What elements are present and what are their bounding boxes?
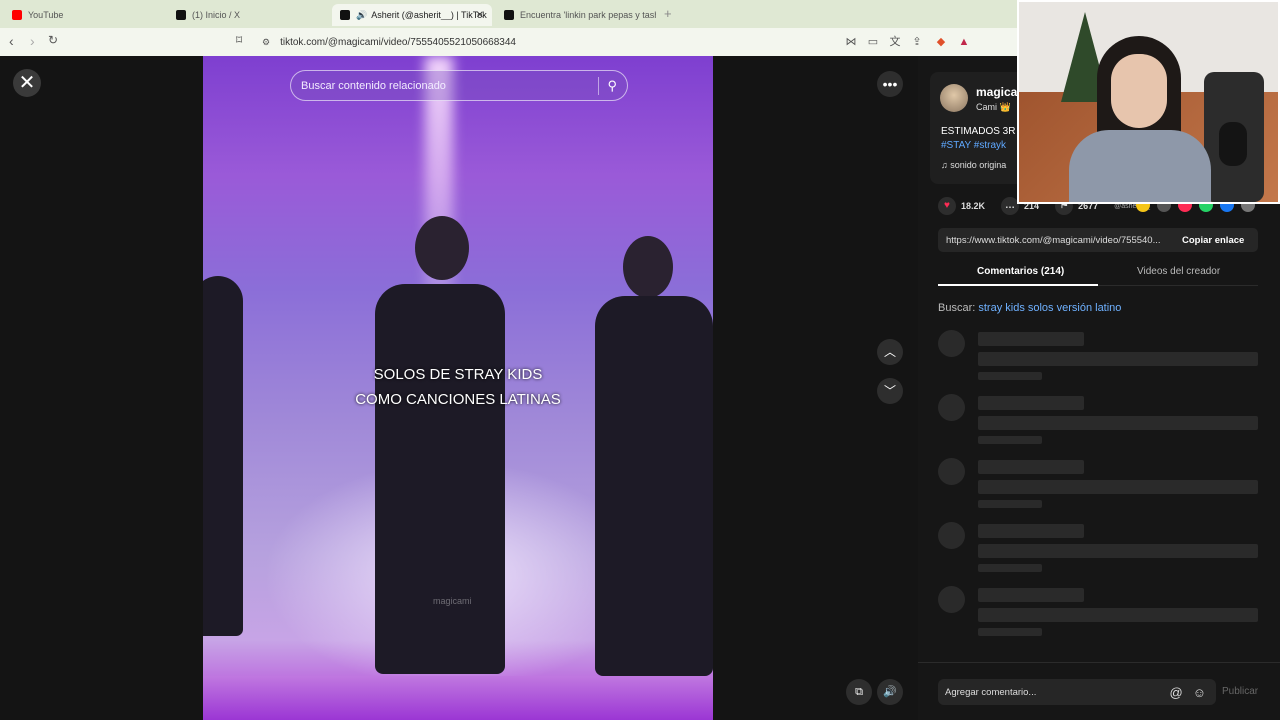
new-tab-button[interactable]: + bbox=[664, 6, 672, 21]
copy-link-button[interactable]: Copiar enlace bbox=[1182, 235, 1244, 246]
mention-icon[interactable]: @ bbox=[1170, 685, 1183, 700]
forward-icon[interactable]: › bbox=[30, 33, 35, 49]
related-search-placeholder[interactable]: Buscar contenido relacionado bbox=[301, 80, 598, 92]
tiktok-icon bbox=[340, 10, 350, 20]
comment-skeleton bbox=[938, 586, 1258, 636]
more-options-button[interactable]: ••• bbox=[877, 71, 903, 97]
translate-icon[interactable]: 文 bbox=[888, 35, 902, 49]
volume-icon[interactable]: 🔊 bbox=[877, 679, 903, 705]
youtube-icon bbox=[12, 10, 22, 20]
dancer-right bbox=[595, 296, 713, 676]
brave-shield-icon[interactable]: ◆ bbox=[934, 35, 948, 49]
tiktok-icon bbox=[504, 10, 514, 20]
tab-title: Asherit (@asherit__) | TikTok bbox=[371, 10, 487, 20]
comment-skeleton bbox=[938, 458, 1258, 508]
comment-input[interactable]: Agregar comentario... @ ☺ bbox=[938, 679, 1216, 705]
streamer-face bbox=[1111, 54, 1167, 128]
search-prefix: Buscar: bbox=[938, 302, 976, 314]
share-page-icon[interactable]: ⇪ bbox=[910, 35, 924, 49]
stage-edge bbox=[203, 676, 713, 720]
search-icon[interactable]: ⚲ bbox=[607, 78, 617, 94]
url-text[interactable]: tiktok.com/@magicami/video/7555405521050… bbox=[280, 37, 516, 48]
avatar[interactable] bbox=[940, 84, 968, 112]
tab-title: (1) Inicio / X bbox=[192, 10, 241, 20]
video-player[interactable]: Buscar contenido relacionado ⚲ SOLOS DE … bbox=[203, 56, 713, 720]
sound-name[interactable]: sonido origina bbox=[950, 160, 1006, 170]
comment-skeleton bbox=[938, 330, 1258, 380]
caption-line: SOLOS DE STRAY KIDS bbox=[373, 366, 543, 383]
panel-tabs: Comentarios (214) Videos del creador bbox=[938, 260, 1258, 286]
site-info-icon[interactable]: ⚙ bbox=[262, 37, 270, 48]
video-stage: ✕ Buscar contenido relacionado ⚲ SOLOS D… bbox=[0, 56, 918, 720]
close-tab-icon[interactable]: ✕ bbox=[476, 10, 484, 21]
sound-row[interactable]: ♫ sonido origina bbox=[941, 160, 1006, 170]
previous-video-button[interactable]: ︿ bbox=[877, 339, 903, 365]
dancer-right-head bbox=[623, 236, 673, 298]
tab-creator-videos[interactable]: Videos del creador bbox=[1137, 266, 1220, 277]
search-suggestion[interactable]: Buscar: stray kids solos versión latino bbox=[938, 302, 1121, 314]
publish-button[interactable]: Publicar bbox=[1222, 686, 1258, 697]
creator-nickname: Cami 👑 bbox=[976, 102, 1011, 112]
comment-placeholder[interactable]: Agregar comentario... bbox=[938, 687, 1170, 698]
divider bbox=[598, 76, 600, 95]
tab-youtube[interactable]: YouTube bbox=[4, 4, 164, 26]
copy-link-box: https://www.tiktok.com/@magicami/video/7… bbox=[938, 228, 1258, 252]
dancer-left bbox=[203, 276, 243, 636]
dancer-center bbox=[375, 284, 505, 674]
dancer-center-head bbox=[415, 216, 469, 280]
microphone bbox=[1219, 122, 1247, 166]
related-search-bar[interactable]: Buscar contenido relacionado ⚲ bbox=[290, 70, 628, 101]
tab-tiktok-active[interactable]: 🔊 Asherit (@asherit__) | TikTok ✕ bbox=[332, 4, 492, 26]
video-description: ESTIMADOS 3R bbox=[941, 126, 1016, 137]
tab-title: Encuentra 'linkin park pepas y tasha bbox=[520, 10, 656, 20]
hashtags[interactable]: #STAY #strayk bbox=[941, 140, 1006, 151]
video-watermark: magicami bbox=[433, 596, 472, 606]
active-tab-indicator bbox=[938, 284, 1098, 286]
like-count: 18.2K bbox=[961, 201, 986, 211]
speaker-icon[interactable]: 🔊 bbox=[356, 10, 367, 21]
next-video-button[interactable]: ﹀ bbox=[877, 378, 903, 404]
comment-composer: Agregar comentario... @ ☺ Publicar bbox=[918, 662, 1280, 720]
caption-line: COMO CANCIONES LATINAS bbox=[355, 391, 561, 408]
streamer-body bbox=[1069, 130, 1211, 202]
music-note-icon: ♫ bbox=[941, 160, 951, 170]
reload-icon[interactable]: ↻ bbox=[48, 33, 58, 47]
rewards-icon[interactable]: ▲ bbox=[957, 35, 971, 49]
tab-x[interactable]: (1) Inicio / X bbox=[168, 4, 328, 26]
screen-icon[interactable]: ▭ bbox=[866, 35, 880, 49]
comment-skeleton bbox=[938, 394, 1258, 444]
search-query-link[interactable]: stray kids solos versión latino bbox=[978, 302, 1121, 314]
video-caption: SOLOS DE STRAY KIDS COMO CANCIONES LATIN… bbox=[203, 362, 713, 412]
share-link-text[interactable]: https://www.tiktok.com/@magicami/video/7… bbox=[938, 235, 1174, 246]
comment-skeleton bbox=[938, 522, 1258, 572]
close-video-button[interactable]: ✕ bbox=[13, 69, 41, 97]
tab-title: YouTube bbox=[28, 10, 64, 20]
emoji-icon[interactable]: ☺ bbox=[1193, 685, 1206, 700]
reader-mode-icon[interactable]: ⋈ bbox=[844, 35, 858, 49]
tab-comments[interactable]: Comentarios (214) bbox=[977, 266, 1064, 277]
webcam-overlay bbox=[1017, 0, 1280, 204]
creator-name[interactable]: magica bbox=[976, 85, 1017, 99]
pip-icon[interactable]: ⧉ bbox=[846, 679, 872, 705]
x-icon bbox=[176, 10, 186, 20]
like-button[interactable]: ♥ 18.2K bbox=[938, 197, 985, 215]
back-icon[interactable]: ‹ bbox=[9, 33, 14, 49]
bookmark-icon[interactable]: ⌑ bbox=[236, 33, 242, 47]
heart-icon: ♥ bbox=[938, 197, 956, 215]
tab-tiktok-search[interactable]: Encuentra 'linkin park pepas y tasha bbox=[496, 4, 656, 26]
